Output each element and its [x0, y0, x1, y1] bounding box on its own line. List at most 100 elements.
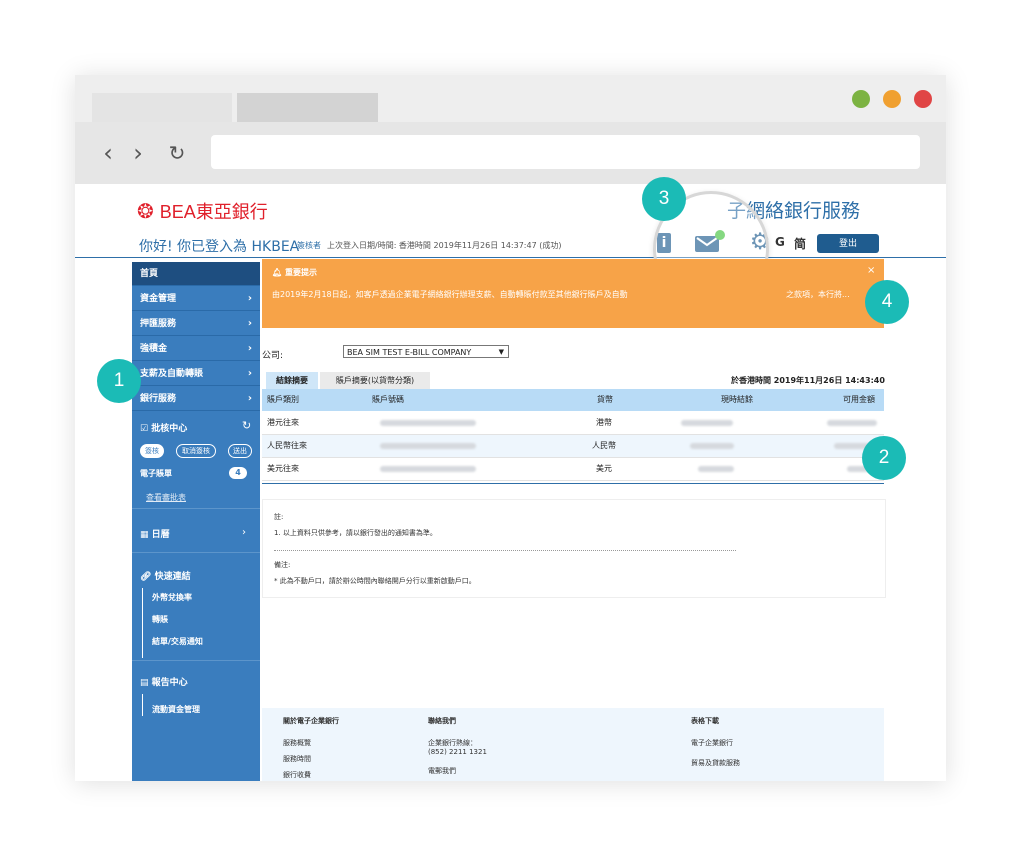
remark-text-1: * 此為不動戶口，請於辦公時間內聯絡開戶分行以重新啟動戶口。 — [274, 577, 476, 585]
lang-english-button[interactable]: G — [775, 235, 785, 249]
important-notice: 🔔︎ 重要提示 由2019年2月18日起，如客戶透過企業電子網絡銀行辦理支薪、自… — [262, 259, 884, 328]
notes-divider — [274, 550, 736, 551]
email-us-link[interactable]: 電郵我們 — [428, 766, 487, 776]
sidebar-item-calendar[interactable]: ▦ 日曆 — [132, 527, 170, 540]
notes-box: 註: 1. 以上資料只供參考，請以銀行發出的通知書為準。 備注: * 此為不動戶… — [262, 499, 886, 598]
address-bar[interactable] — [211, 135, 920, 169]
chevron-right-icon: › — [247, 343, 252, 354]
chevron-right-icon: › — [247, 393, 252, 404]
header-currency: 貨幣 — [597, 395, 613, 404]
footer-link[interactable]: 電子企業銀行 — [691, 738, 740, 748]
ebill-label[interactable]: 電子賬單 — [132, 468, 172, 479]
company-selected-value: BEA SIM TEST E-BILL COMPANY — [347, 348, 472, 357]
browser-tab[interactable] — [92, 93, 232, 122]
table-row[interactable]: 人民幣往來 人民幣 — [262, 435, 884, 458]
ebill-count-badge: 4 — [229, 467, 247, 479]
sidebar-item-banking[interactable]: 銀行服務 › — [132, 387, 260, 411]
footer-link[interactable]: 銀行收費 — [283, 770, 339, 780]
note-heading: 註: — [274, 513, 284, 521]
pill-cancel-sign[interactable]: 取消簽核 — [176, 444, 216, 458]
window-minimize-dot[interactable] — [852, 90, 870, 108]
footer-link[interactable]: 貿易及貸款服務 — [691, 758, 740, 768]
report-line — [142, 694, 143, 716]
chevron-right-icon: › — [247, 318, 252, 329]
logout-button[interactable]: 登出 — [817, 234, 879, 253]
lang-simplified-button[interactable]: 简 — [794, 235, 806, 252]
notice-text: 由2019年2月18日起，如客戶透過企業電子網絡銀行辦理支薪、自動轉賬付款至其他… — [272, 290, 628, 299]
greeting-text: 你好! 你已登入為 HKBEA — [139, 239, 300, 255]
notice-title-text: 重要提示 — [284, 268, 317, 277]
banking-page: ❂ BEA東亞銀行 子網絡銀行服務 你好! 你已登入為 HKBEA 簽核者 上次… — [75, 184, 946, 781]
approval-center-label: 批核中心 — [151, 424, 188, 434]
browser-tab-bar — [75, 75, 946, 122]
footer-forms-heading: 表格下載 — [691, 717, 719, 725]
redacted-available — [827, 420, 877, 426]
notice-text-tail: 之款項，本行將... — [786, 290, 850, 299]
last-login-text: 上次登入日期/時間: 香港時間 2019年11月26日 14:37:47 (成功… — [327, 241, 562, 250]
chevron-right-icon: › — [242, 527, 246, 538]
sidebar-item-payroll[interactable]: 支薪及自動轉賬 › — [132, 362, 260, 386]
sidebar-item-label: 押匯服務 — [140, 319, 177, 329]
redacted-balance — [681, 420, 733, 426]
footer-link[interactable]: 服務概覽 — [283, 738, 339, 748]
reload-icon[interactable]: ↻ — [164, 140, 190, 166]
checkbox-icon: ☑ — [140, 424, 149, 434]
header-account-type: 賬戶類別 — [267, 395, 299, 404]
window-close-dot[interactable] — [914, 90, 932, 108]
redacted-account-number — [380, 420, 476, 426]
view-all-link[interactable]: 查看審批表 — [146, 492, 186, 503]
tab-account-by-currency[interactable]: 賬戶摘要(以貨幣分類) — [320, 372, 430, 389]
sidebar-item-label: 銀行服務 — [140, 394, 177, 404]
pill-submit[interactable]: 送出 — [228, 444, 252, 458]
sidebar-divider — [132, 508, 260, 509]
browser-window: ‹ › ↻ ❂ BEA東亞銀行 子網絡銀行服務 你好! 你已登入為 HKBEA … — [75, 75, 946, 781]
cell-account-type: 人民幣往來 — [267, 441, 307, 450]
quick-links-heading: 🔗︎ 快速連結 — [132, 569, 191, 582]
notice-title: 🔔︎ 重要提示 — [272, 267, 317, 278]
window-maximize-dot[interactable] — [883, 90, 901, 108]
back-icon[interactable]: ‹ — [95, 140, 121, 166]
hotline-label: 企業銀行熱線： — [428, 739, 477, 747]
hotline-number[interactable]: (852) 2211 1321 — [428, 748, 487, 756]
user-role: 簽核者 — [297, 241, 321, 250]
sidebar-item-home[interactable]: 首頁 — [132, 262, 260, 286]
quick-link-statements[interactable]: 結單/交易通知 — [144, 636, 203, 647]
pill-sign[interactable]: 簽核 — [140, 444, 164, 458]
sidebar-item-trade[interactable]: 押匯服務 › — [132, 312, 260, 336]
sidebar-item-cash-management[interactable]: 資金管理 › — [132, 287, 260, 311]
cell-account-type: 美元往來 — [267, 464, 299, 473]
tab-balance-summary[interactable]: 結餘摘要 — [266, 372, 318, 389]
refresh-icon[interactable]: ↻ — [242, 419, 251, 432]
table-row[interactable]: 美元往來 美元 — [262, 458, 884, 481]
browser-nav-bar: ‹ › ↻ — [75, 122, 946, 184]
header-available: 可用金額 — [843, 395, 875, 404]
footer-contact: 聯絡我們 企業銀行熱線： (852) 2211 1321 電郵我們 — [428, 716, 487, 781]
company-label: 公司: — [262, 351, 284, 361]
quick-link-fx-rate[interactable]: 外幣兌換率 — [144, 592, 192, 603]
approval-center-heading[interactable]: ☑ 批核中心 — [132, 421, 187, 434]
bank-logo[interactable]: ❂ BEA東亞銀行 — [137, 198, 268, 224]
sidebar-item-label: 支薪及自動轉賬 — [140, 369, 204, 379]
link-icon: 🔗︎ — [140, 572, 152, 582]
report-liquidity[interactable]: 流動資金管理 — [144, 704, 200, 715]
header-divider — [75, 257, 946, 258]
table-row[interactable]: 港元往來 港幣 — [262, 412, 884, 435]
company-select[interactable]: BEA SIM TEST E-BILL COMPANY ▼ — [343, 345, 509, 358]
quick-links-line — [142, 588, 143, 658]
sidebar-item-mpf[interactable]: 強積金 › — [132, 337, 260, 361]
cell-currency: 港幣 — [596, 418, 612, 427]
close-icon[interactable]: × — [867, 265, 875, 276]
quick-link-transfer[interactable]: 轉賬 — [144, 614, 168, 625]
sidebar-divider — [132, 552, 260, 553]
redacted-balance — [698, 466, 734, 472]
cell-currency: 美元 — [596, 464, 612, 473]
sidebar-item-label: 強積金 — [140, 344, 168, 354]
remark-heading: 備注: — [274, 561, 291, 569]
forward-icon[interactable]: › — [125, 140, 151, 166]
bea-logo-icon: ❂ — [137, 200, 154, 223]
browser-tab-active[interactable] — [237, 93, 378, 122]
report-center-heading[interactable]: ▤ 報告中心 — [132, 675, 188, 688]
sidebar-item-label: 資金管理 — [140, 294, 177, 304]
note-text-1: 1. 以上資料只供參考，請以銀行發出的通知書為準。 — [274, 529, 437, 537]
footer-link[interactable]: 服務時間 — [283, 754, 339, 764]
